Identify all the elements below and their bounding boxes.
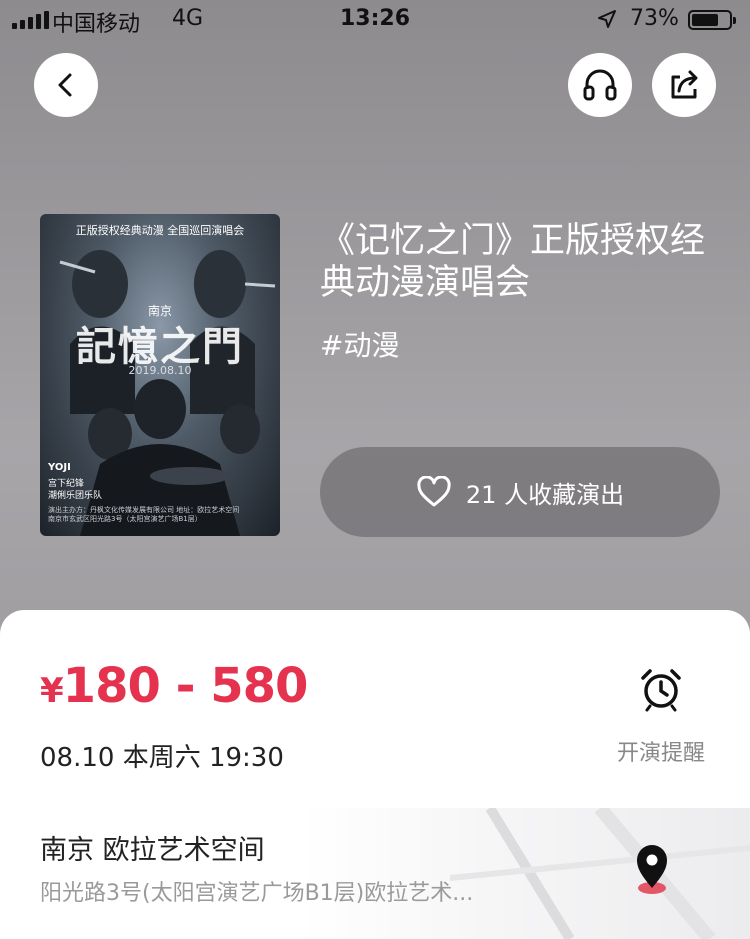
event-poster[interactable]: 正版授权经典动漫 全国巡回演唱会 南京 記憶之門 2019.08.10 YOJI… — [40, 214, 280, 536]
poster-top-text: 正版授权经典动漫 全国巡回演唱会 — [75, 224, 245, 237]
ticket-info-card: ¥180 - 580 08.10 本周六 19:30 开演提醒 南京 欧拉艺术空… — [0, 610, 750, 939]
currency-symbol: ¥ — [40, 671, 64, 711]
back-button[interactable] — [34, 53, 98, 117]
hero-banner: 中国移动 4G 13:26 73% 正版授权经典动漫 全国巡回演唱会 南京 記憶… — [0, 0, 750, 640]
venue-row[interactable]: 南京 欧拉艺术空间 阳光路3号(太阳宫演艺广场B1层)欧拉艺术... — [0, 808, 750, 939]
battery-percent: 73% — [630, 6, 679, 31]
map-pin-icon[interactable] — [620, 838, 684, 902]
price-values: 180 - 580 — [62, 658, 309, 714]
reminder-label[interactable]: 开演提醒 — [596, 735, 726, 767]
category-tag[interactable]: #动漫 — [320, 324, 399, 364]
poster-artist: YOJI — [48, 462, 71, 473]
status-bar: 中国移动 4G 13:26 73% — [0, 0, 750, 40]
alarm-clock-icon[interactable] — [638, 666, 684, 712]
venue-address: 阳光路3号(太阳宫演艺广场B1层)欧拉艺术... — [40, 881, 474, 906]
location-arrow-icon — [598, 10, 616, 28]
battery-icon — [688, 10, 736, 30]
poster-date: 2019.08.10 — [128, 364, 192, 377]
venue-name: 南京 欧拉艺术空间 — [40, 835, 265, 866]
favorite-count-label: 21 人收藏演出 — [465, 480, 625, 509]
heart-icon — [417, 476, 451, 507]
headphones-icon — [583, 69, 617, 101]
price-range: ¥180 - 580 — [40, 658, 309, 714]
share-icon — [671, 70, 698, 99]
audio-button[interactable] — [568, 53, 632, 117]
chevron-left-icon — [58, 73, 72, 97]
poster-fine-print: 演出主办方：丹枫文化传媒发展有限公司 地址：欧拉艺术空间 南京市玄武区阳光路3号… — [48, 506, 240, 523]
event-title: 《记忆之门》正版授权经典动漫演唱会 — [320, 221, 706, 303]
poster-artist: 潮俐乐团乐队 — [48, 491, 103, 501]
show-datetime: 08.10 本周六 19:30 — [40, 743, 284, 773]
share-button[interactable] — [652, 53, 716, 117]
favorite-button[interactable]: 21 人收藏演出 — [320, 447, 720, 537]
map-thumbnail — [450, 808, 750, 939]
